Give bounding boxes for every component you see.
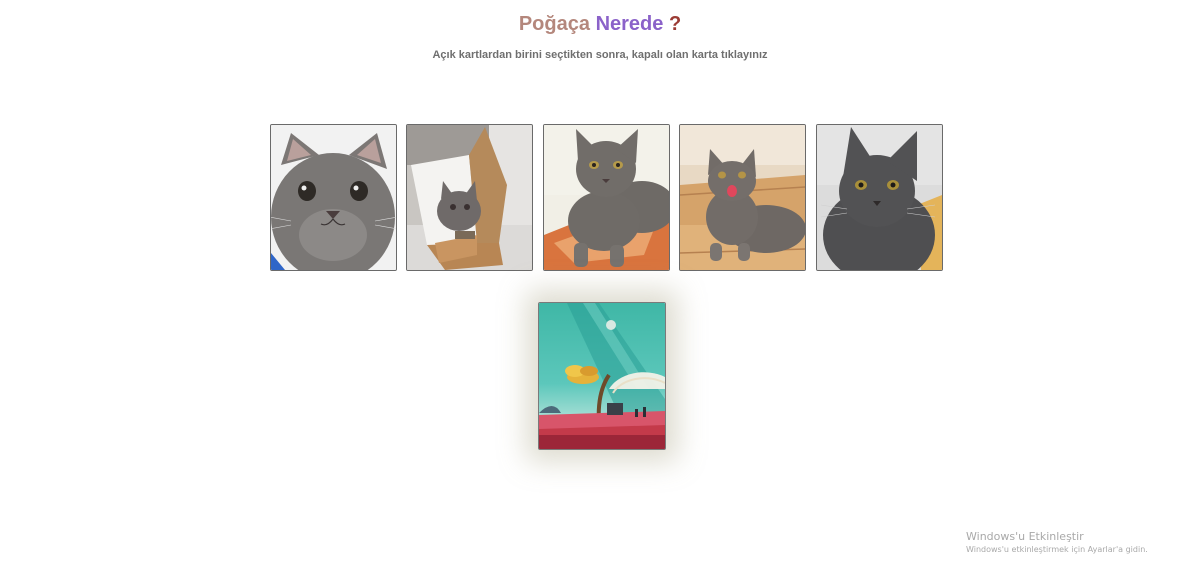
open-card-5[interactable] xyxy=(816,124,943,271)
open-cards-row xyxy=(270,124,944,272)
open-card-2[interactable] xyxy=(406,124,533,271)
title-word-nerede: Nerede xyxy=(595,13,664,35)
card-back-landscape xyxy=(539,303,665,449)
cat-photo-in-box xyxy=(407,125,532,270)
title-word-pogaca: Poğaça xyxy=(518,13,590,35)
game-page: Poğaça Nerede ? Açık kartlardan birini s… xyxy=(0,0,1200,585)
instruction-text: Açık kartlardan birini seçtikten sonra, … xyxy=(432,49,768,61)
open-card-4[interactable] xyxy=(679,124,806,271)
open-card-3[interactable] xyxy=(543,124,670,271)
page-title: Poğaça Nerede ? xyxy=(0,12,1200,36)
open-card-1[interactable] xyxy=(270,124,397,271)
cat-photo-on-rug xyxy=(544,125,669,270)
watermark-title: Windows'u Etkinleştir xyxy=(966,530,1084,543)
closed-card[interactable] xyxy=(538,302,666,450)
title-question-mark: ? xyxy=(668,13,682,35)
cat-photo-tongue-out xyxy=(680,125,805,270)
cat-photo-grey xyxy=(817,125,942,270)
cat-photo-closeup xyxy=(271,125,396,270)
windows-activation-watermark: Windows'u Etkinleştir Windows'u etkinleş… xyxy=(966,530,1148,556)
watermark-subtitle: Windows'u etkinleştirmek için Ayarlar'a … xyxy=(966,545,1148,554)
